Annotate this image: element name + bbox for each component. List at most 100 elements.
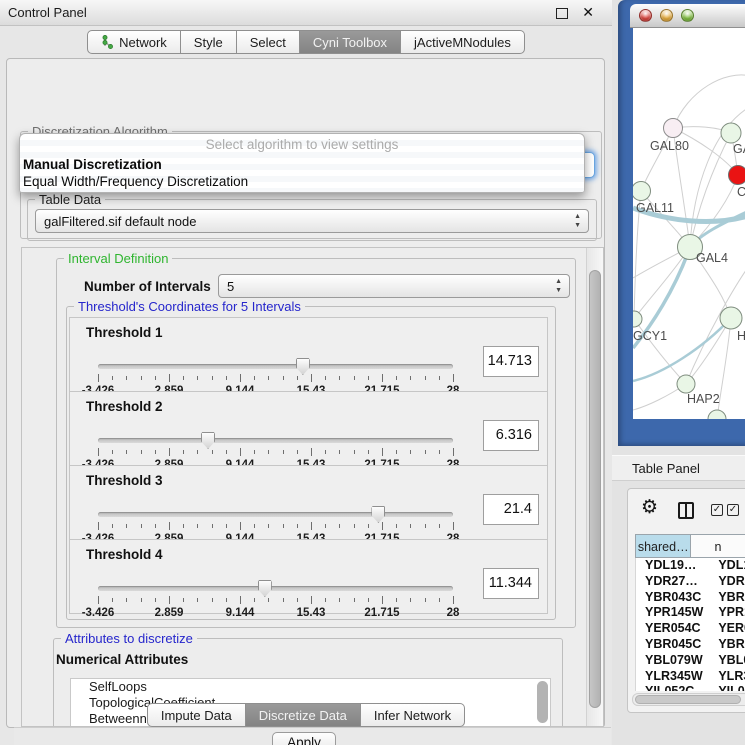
network-icon [101,35,114,49]
tab-label: Discretize Data [259,708,347,723]
table-cell: YBR0 [711,637,745,653]
slider-track[interactable] [98,438,453,443]
table-cell: YIL0 [711,684,745,691]
network-node[interactable] [633,182,651,201]
network-node[interactable] [720,307,742,329]
table-row[interactable]: YBR045CYBR0 [636,637,745,653]
tab-jactivemnodules[interactable]: jActiveMNodules [401,30,525,54]
table-cell: YDL19… [636,558,711,574]
table-cell: YBL079W [636,653,711,669]
apply-button[interactable]: Apply [272,732,336,745]
scrollbar-thumb[interactable] [635,695,741,704]
column-header-shared[interactable]: shared… [635,534,691,558]
panel-title: Control Panel [8,5,87,20]
apply-strip: Apply [14,727,611,745]
threshold-value-field[interactable]: 14.713 [483,346,539,377]
table-cell: YER0 [711,621,745,637]
table-cell: YBL0 [711,653,745,669]
scrollbar-thumb[interactable] [589,270,601,708]
slider-thumb[interactable] [201,432,215,449]
network-edge[interactable] [641,128,673,191]
threshold-value-field[interactable]: 6.316 [483,420,539,451]
float-window-icon[interactable] [556,8,568,19]
table-data-combobox[interactable]: galFiltered.sif default node ▲▼ [35,209,589,233]
minimize-window-button[interactable] [660,9,673,22]
node-label: GCY1 [633,329,667,343]
threshold-value-field[interactable]: 21.4 [483,494,539,525]
tab-label: Style [194,35,223,50]
tab-label: Select [250,35,286,50]
table-row[interactable]: YBL079WYBL0 [636,653,745,669]
table-cell: YLR3 [711,669,745,685]
table-cell: YPR1 [711,605,745,621]
algorithm-option-equal-width[interactable]: Equal Width/Frequency Discretization [23,174,248,189]
table-cell: YBR0 [711,590,745,606]
table-cell: YER054C [636,621,711,637]
number-of-intervals-combobox[interactable]: 5 ▲▼ [218,274,570,298]
threshold-label: Threshold 1 [86,325,163,340]
tab-impute-data[interactable]: Impute Data [147,703,246,727]
horizontal-scrollbar[interactable] [632,693,745,706]
checkbox-checked-icon[interactable]: ✓ [711,504,723,516]
network-node[interactable] [677,375,695,393]
table-header: shared…n [635,534,745,558]
slider-track[interactable] [98,364,453,369]
table-row[interactable]: YBR043CYBR0 [636,590,745,606]
table-row[interactable]: YIL052CYIL0 [636,684,745,691]
table-panel-title: Table Panel [632,461,700,476]
slider-track[interactable] [98,512,453,517]
combo-arrows-icon: ▲▼ [574,212,581,230]
vertical-scrollbar[interactable] [586,248,603,726]
cyni-toolbox-panel: Discretization Algorithm Select algorith… [6,58,605,728]
numerical-attributes-label: Numerical Attributes [56,652,188,667]
close-icon[interactable]: ✕ [582,4,594,21]
tab-label: jActiveMNodules [414,35,511,50]
slider-thumb[interactable] [371,506,385,523]
table-panel-titlebar: Table Panel [612,455,745,481]
table-data-title: Table Data [35,192,105,207]
network-node[interactable] [721,123,741,143]
node-label: GAL11 [636,201,674,215]
table-row[interactable]: YLR345WYLR3 [636,669,745,685]
column-header-n[interactable]: n [691,534,745,558]
tab-select[interactable]: Select [237,30,300,54]
zoom-window-button[interactable] [681,9,694,22]
threshold-value-field[interactable]: 11.344 [483,568,539,599]
algorithm-option-manual[interactable]: Manual Discretization [23,157,162,172]
node-label: GAL4 [696,251,728,265]
close-window-button[interactable] [639,9,652,22]
slider-ticks [98,522,453,532]
network-view-window: GAL80GACGAL11GAL4GCY1HHAP2 [618,0,745,446]
checkbox-checked-icon[interactable]: ✓ [727,504,739,516]
attribute-item[interactable]: SelfLoops [71,679,550,695]
gear-icon[interactable]: ⚙ [641,498,658,517]
tab-cyni-toolbox[interactable]: Cyni Toolbox [300,30,401,54]
network-edge[interactable] [673,75,745,128]
table-row[interactable]: YDR27…YDR2 [636,574,745,590]
thresholds-group-title: Threshold's Coordinates for 5 Intervals [74,299,305,314]
network-node[interactable] [664,119,683,138]
tab-network[interactable]: Network [87,30,181,54]
network-node[interactable] [708,410,726,419]
table-row[interactable]: YPR145WYPR1 [636,605,745,621]
interval-definition-title: Interval Definition [64,251,172,266]
slider-ticks [98,596,453,606]
table-data-value: galFiltered.sif default node [44,214,196,229]
slider-track[interactable] [98,586,453,591]
table-cell: YPR145W [636,605,711,621]
slider-thumb[interactable] [296,358,310,375]
slider-ticks [98,374,453,384]
columns-icon[interactable] [678,502,694,519]
tab-discretize-data[interactable]: Discretize Data [246,703,361,727]
table-row[interactable]: YDL19…YDL1 [636,558,745,574]
table-cell: YDR27… [636,574,711,590]
table-cell: YDL1 [711,558,745,574]
node-label: H [737,329,745,343]
network-canvas[interactable]: GAL80GACGAL11GAL4GCY1HHAP2 [633,28,745,419]
network-node[interactable] [633,311,642,327]
tab-style[interactable]: Style [181,30,237,54]
network-node[interactable] [729,166,745,185]
tab-infer-network[interactable]: Infer Network [361,703,465,727]
slider-thumb[interactable] [258,580,272,597]
table-row[interactable]: YER054CYER0 [636,621,745,637]
